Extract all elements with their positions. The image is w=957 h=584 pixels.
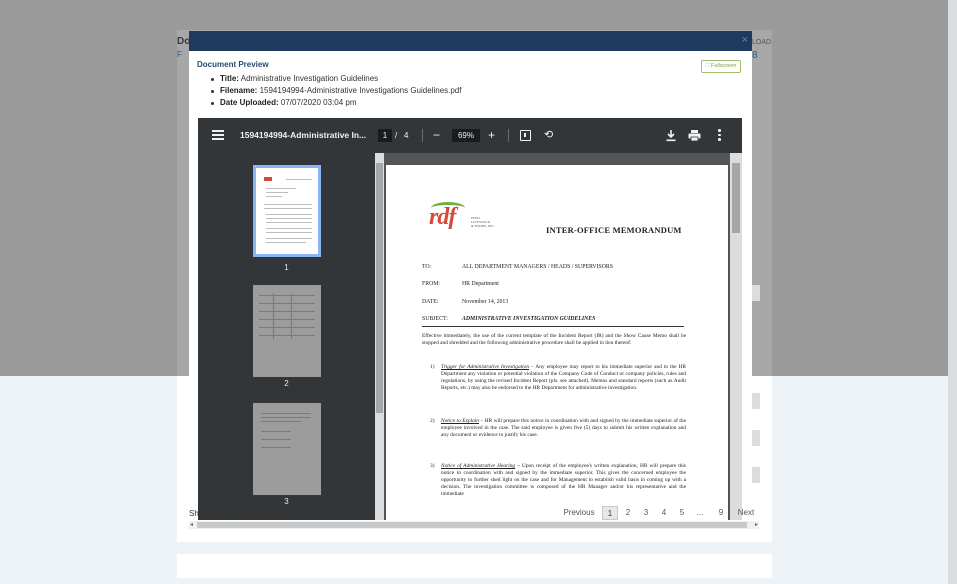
zoom-level-input[interactable]: 69% <box>452 129 480 142</box>
modal-header <box>189 31 752 51</box>
memo-label: FROM: <box>422 281 441 287</box>
meta-value: Administrative Investigation Guidelines <box>240 74 379 83</box>
toolbar-divider <box>422 129 423 142</box>
document-scrollbar[interactable] <box>730 153 742 520</box>
zoom-in-button[interactable]: + <box>488 127 495 143</box>
thumbnail-number: 1 <box>284 263 289 272</box>
meta-title: Title: Administrative Investigation Guid… <box>209 73 461 85</box>
meta-value: 07/07/2020 03:04 pm <box>280 98 357 107</box>
thumbnail-number: 3 <box>284 497 289 506</box>
pagination-page[interactable]: 4 <box>656 506 672 520</box>
meta-label: Filename: <box>220 86 258 95</box>
memo-intro: Effective immediately, the use of the cu… <box>422 333 686 346</box>
background-card-lower <box>177 554 772 578</box>
memo-item: 2) Notice to Explain – HR will prepare t… <box>430 418 687 438</box>
scrollbar-thumb[interactable] <box>197 522 747 528</box>
background-subheading-fragment: F <box>177 50 182 59</box>
download-icon[interactable] <box>665 129 677 142</box>
table-horizontal-scrollbar[interactable]: ◂ ▸ <box>189 521 759 529</box>
pagination-next[interactable]: Next <box>734 506 758 520</box>
meta-label: Date Uploaded: <box>220 98 279 107</box>
company-logo: rdf <box>429 204 456 230</box>
memo-item: 3) Notice of Administrative Hearing – Up… <box>430 463 686 497</box>
memo-title: INTER-OFFICE MEMORANDUM <box>546 225 682 235</box>
document-preview-modal: × Document Preview ⛶ Fullscreen Title: A… <box>189 31 752 520</box>
page-scrollbar[interactable] <box>948 0 957 584</box>
total-pages: 4 <box>404 131 409 140</box>
zoom-out-button[interactable]: − <box>433 127 440 143</box>
meta-label: Title: <box>220 74 239 83</box>
fit-page-icon[interactable] <box>520 130 531 141</box>
close-icon[interactable]: × <box>742 35 748 46</box>
page-thumbnail[interactable] <box>253 165 321 257</box>
pagination-ellipsis: ... <box>696 508 704 517</box>
fullscreen-button[interactable]: ⛶ Fullscreen <box>701 60 741 73</box>
page-thumbnail[interactable] <box>253 285 321 377</box>
thumbnail-number: 2 <box>284 379 289 388</box>
thumbnail-scrollbar[interactable] <box>375 153 384 520</box>
memo-divider <box>422 326 684 327</box>
meta-value: 1594194994-Administrative Investigations… <box>259 86 462 95</box>
memo-value: HR Department <box>462 281 499 287</box>
page-separator: / <box>395 131 398 140</box>
page-number-input[interactable]: 1 <box>378 129 392 142</box>
pagination-page[interactable]: 3 <box>638 506 654 520</box>
pagination-page[interactable]: 5 <box>674 506 690 520</box>
memo-item: 1) Trigger for Administrative Investigat… <box>430 364 686 391</box>
document-meta-list: Title: Administrative Investigation Guid… <box>209 73 461 109</box>
memo-value: ALL DEPARTMENT MANAGERS / HEADS / SUPERV… <box>462 264 614 270</box>
memo-label: SUBJECT: <box>422 316 448 322</box>
pdf-page: rdf FEED LIVESTOCK & FOODS, INC. INTER-O… <box>386 165 728 520</box>
pagination-previous[interactable]: Previous <box>560 506 598 520</box>
scroll-left-icon[interactable]: ◂ <box>190 521 193 529</box>
meta-filename: Filename: 1594194994-Administrative Inve… <box>209 85 461 97</box>
pdf-toolbar: 1594194994-Administrative In... 1 / 4 − … <box>198 118 742 153</box>
pagination-page[interactable]: 9 <box>713 506 729 520</box>
memo-value: ADMINISTRATIVE INVESTIGATION GUIDELINES <box>462 316 596 322</box>
preview-title: Document Preview <box>197 60 269 69</box>
logo-subtext: FEED LIVESTOCK & FOODS, INC. <box>471 216 495 228</box>
pagination-page[interactable]: 1 <box>602 506 618 520</box>
rotate-icon[interactable]: ⟲ <box>544 128 553 142</box>
pagination-page[interactable]: 2 <box>620 506 636 520</box>
print-icon[interactable] <box>688 129 701 142</box>
entries-summary: Showing 1 to 10 of 86 entries <box>189 509 293 518</box>
memo-label: DATE: <box>422 299 439 305</box>
background-upload-label: LOAD <box>752 39 772 46</box>
toolbar-divider <box>508 129 509 142</box>
background-count-fragment: 8 <box>752 50 758 61</box>
scroll-right-icon[interactable]: ▸ <box>755 521 758 529</box>
more-options-icon[interactable] <box>718 129 721 142</box>
menu-icon[interactable] <box>212 130 224 140</box>
thumbnail-sidebar: 1 2 3 <box>198 153 375 520</box>
memo-value: November 14, 2013 <box>462 299 509 305</box>
memo-label: TO: <box>422 264 432 270</box>
pdf-viewer: 1594194994-Administrative In... 1 / 4 − … <box>198 118 742 520</box>
meta-date-uploaded: Date Uploaded: 07/07/2020 03:04 pm <box>209 97 461 109</box>
page-thumbnail[interactable] <box>253 403 321 495</box>
pdf-file-name: 1594194994-Administrative In... <box>240 130 367 140</box>
